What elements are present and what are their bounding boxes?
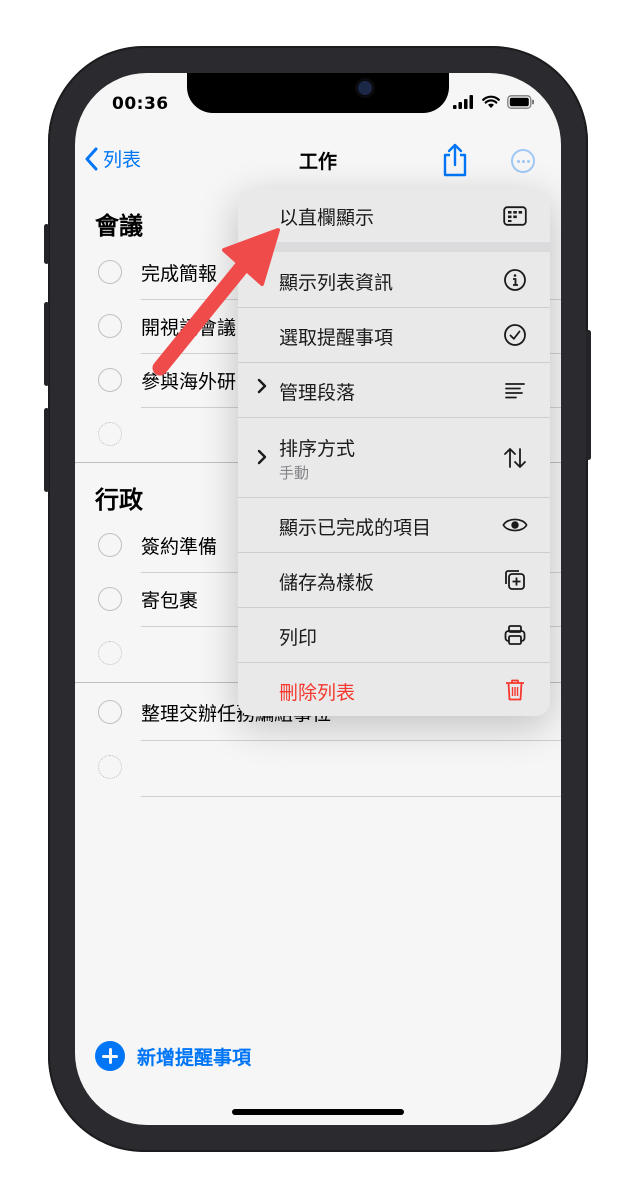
- annotation-arrow-icon: [152, 228, 280, 376]
